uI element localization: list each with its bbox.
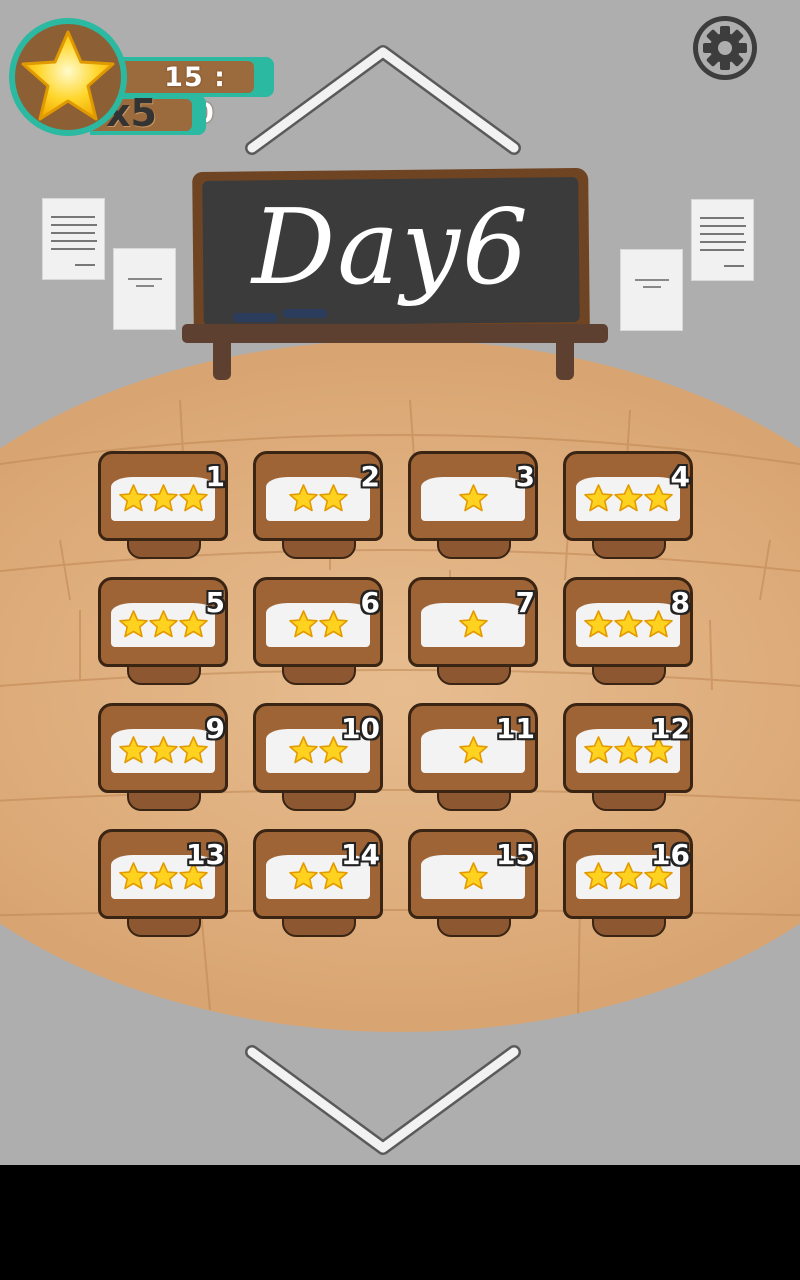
- level-stars: [576, 610, 680, 640]
- level-stars: [111, 610, 215, 640]
- star-icon: [118, 736, 148, 764]
- level-12-button[interactable]: 12: [562, 701, 693, 813]
- star-icon: [288, 610, 318, 638]
- level-3-button[interactable]: 3: [407, 449, 538, 561]
- board-leg: [213, 340, 231, 380]
- board-ledge: [182, 324, 608, 343]
- star-icon: [613, 610, 643, 638]
- level-number: 7: [515, 586, 535, 619]
- star-icon: [118, 610, 148, 638]
- star-icon: [458, 736, 488, 764]
- star-icon: [318, 610, 348, 638]
- eraser: [283, 309, 327, 318]
- star-icon: [318, 484, 348, 512]
- day-title: Day6: [251, 186, 531, 308]
- level-6-button[interactable]: 6: [252, 575, 383, 687]
- star-icon: [458, 862, 488, 890]
- level-stars: [576, 484, 680, 514]
- star-icon: [613, 862, 643, 890]
- level-number: 15: [496, 838, 535, 871]
- level-2-button[interactable]: 2: [252, 449, 383, 561]
- level-stars: [266, 484, 370, 514]
- level-number: 4: [670, 460, 690, 493]
- paper-lines: [128, 278, 162, 287]
- level-7-button[interactable]: 7: [407, 575, 538, 687]
- next-day-button[interactable]: [240, 1040, 530, 1160]
- level-1-button[interactable]: 1: [97, 449, 228, 561]
- star-icon: [288, 484, 318, 512]
- star-icon: [458, 610, 488, 638]
- paper-lines: [51, 216, 97, 266]
- eraser: [233, 313, 277, 322]
- level-15-button[interactable]: 15: [407, 827, 538, 939]
- notice-paper: [691, 199, 754, 281]
- level-5-button[interactable]: 5: [97, 575, 228, 687]
- level-stars: [266, 610, 370, 640]
- level-number: 14: [341, 838, 380, 871]
- chevron-down-icon: [245, 1045, 521, 1155]
- level-number: 6: [360, 586, 380, 619]
- level-14-button[interactable]: 14: [252, 827, 383, 939]
- star-icon: [21, 30, 115, 121]
- star-icon: [613, 484, 643, 512]
- star-icon: [288, 736, 318, 764]
- level-number: 13: [186, 838, 225, 871]
- level-stars: [421, 484, 525, 514]
- star-icon: [643, 610, 673, 638]
- notice-paper: [42, 198, 105, 280]
- star-icon: [583, 484, 613, 512]
- settings-button[interactable]: [691, 14, 759, 82]
- star-icon: [148, 862, 178, 890]
- level-4-button[interactable]: 4: [562, 449, 693, 561]
- level-number: 1: [205, 460, 225, 493]
- notice-paper: [113, 248, 176, 330]
- star-icon: [613, 736, 643, 764]
- level-number: 9: [205, 712, 225, 745]
- level-select-screen: Day6 15 : 0: [0, 0, 800, 1165]
- star-icon: [583, 610, 613, 638]
- level-stars: [111, 484, 215, 514]
- level-9-button[interactable]: 9: [97, 701, 228, 813]
- level-number: 3: [515, 460, 535, 493]
- star-icon: [288, 862, 318, 890]
- level-number: 5: [205, 586, 225, 619]
- board-leg: [556, 340, 574, 380]
- level-8-button[interactable]: 8: [562, 575, 693, 687]
- paper-lines: [635, 279, 669, 288]
- paper-lines: [700, 217, 746, 267]
- notice-paper: [620, 249, 683, 331]
- level-16-button[interactable]: 16: [562, 827, 693, 939]
- level-13-button[interactable]: 13: [97, 827, 228, 939]
- level-stars: [421, 610, 525, 640]
- level-stars: [111, 736, 215, 766]
- star-icon: [178, 484, 208, 512]
- star-icon: [118, 862, 148, 890]
- star-icon: [178, 610, 208, 638]
- star-icon: [118, 484, 148, 512]
- star-icon: [148, 484, 178, 512]
- level-number: 8: [670, 586, 690, 619]
- star-icon: [583, 862, 613, 890]
- star-icon: [178, 736, 208, 764]
- level-number: 12: [651, 712, 690, 745]
- level-number: 11: [496, 712, 535, 745]
- level-10-button[interactable]: 10: [252, 701, 383, 813]
- gear-icon: [693, 16, 757, 80]
- star-icon: [148, 736, 178, 764]
- star-icon: [148, 610, 178, 638]
- level-number: 10: [341, 712, 380, 745]
- star-icon: [458, 484, 488, 512]
- star-icon: [583, 736, 613, 764]
- star-coin-inner: [15, 24, 121, 130]
- chevron-up-icon: [245, 45, 521, 155]
- previous-day-button[interactable]: [240, 40, 530, 160]
- star-icon: [643, 484, 673, 512]
- level-number: 2: [360, 460, 380, 493]
- level-number: 16: [651, 838, 690, 871]
- level-11-button[interactable]: 11: [407, 701, 538, 813]
